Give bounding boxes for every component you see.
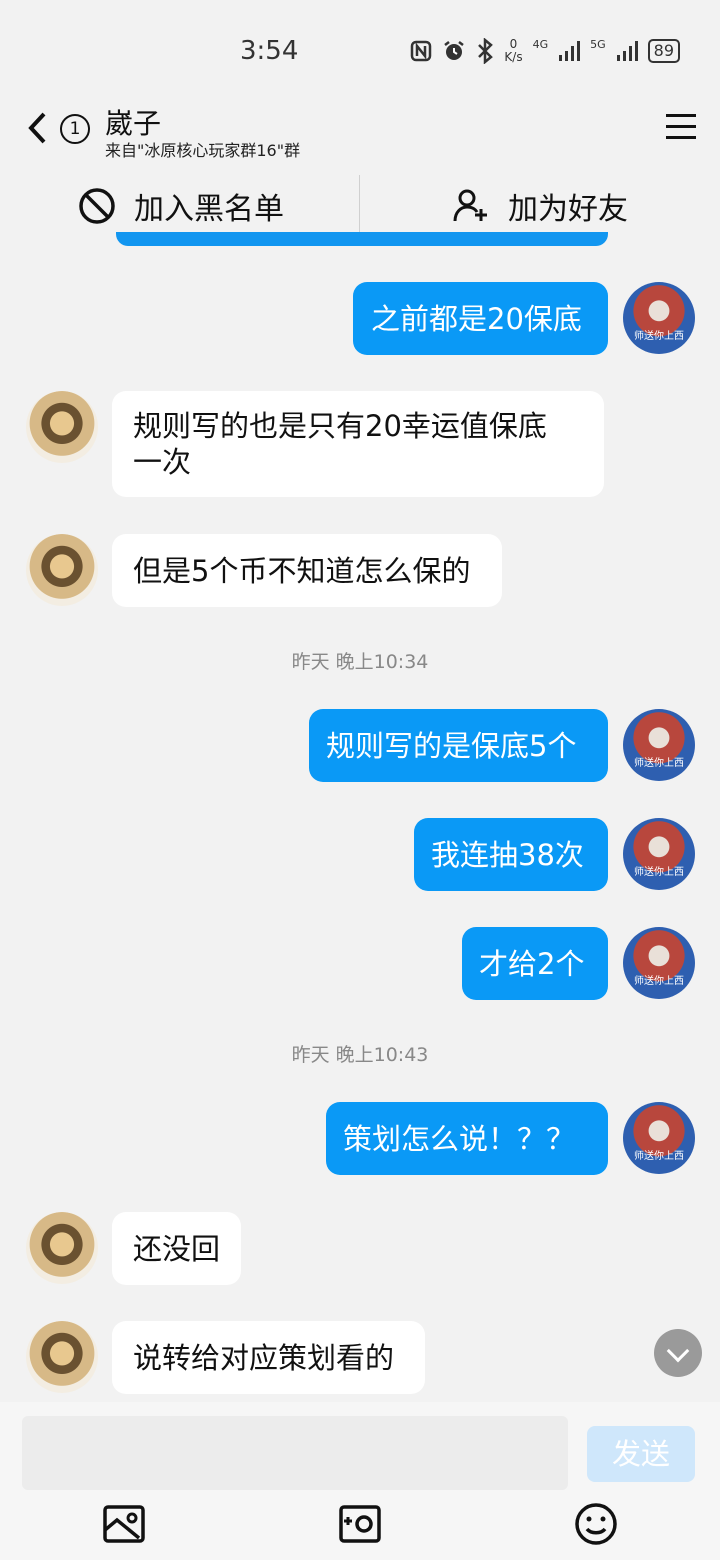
menu-icon[interactable] — [666, 114, 696, 142]
message-text: 才给2个 — [479, 946, 585, 981]
scroll-to-bottom-button[interactable] — [654, 1329, 702, 1377]
add-to-blacklist-button[interactable]: 加入黑名单 — [78, 175, 284, 237]
message-text: 规则写的是保底5个 — [326, 728, 577, 763]
status-icons: 0 K/s 4G 5G 89 — [410, 38, 680, 64]
add-user-icon — [453, 189, 487, 222]
battery-icon: 89 — [647, 39, 680, 63]
action-bar: 加入黑名单 加为好友 — [0, 175, 720, 237]
blacklist-label: 加入黑名单 — [134, 192, 284, 227]
signal-label-5g: 5G — [590, 38, 606, 51]
back-button[interactable] — [26, 110, 56, 150]
message-bubble-outgoing[interactable]: 策划怎么说！？？ — [326, 1102, 608, 1175]
message-text: 说转给对应策划看的 — [133, 1340, 395, 1375]
emoji-icon[interactable] — [574, 1502, 618, 1546]
status-bar: 3:54 0 K/s 4G 5G 89 — [0, 0, 720, 100]
message-text: 但是5个币不知道怎么保的 — [133, 553, 471, 588]
camera-icon[interactable] — [338, 1502, 382, 1546]
signal-icon — [616, 41, 638, 61]
bluetooth-icon — [478, 38, 494, 64]
self-avatar[interactable]: 师送你上西 — [623, 282, 695, 354]
avatar-caption: 师送你上西 — [634, 976, 684, 987]
chat-header: 1 崴子 来自"冰原核心玩家群16"群 — [0, 100, 720, 170]
message-bubble-outgoing[interactable]: 之前都是20保底 — [353, 282, 608, 355]
alarm-icon — [444, 41, 465, 60]
image-icon[interactable] — [102, 1502, 146, 1546]
contact-avatar[interactable] — [26, 1212, 98, 1284]
message-timestamp: 昨天 晚上10:43 — [291, 1044, 429, 1066]
contact-avatar[interactable] — [26, 391, 98, 463]
message-input[interactable] — [22, 1416, 568, 1490]
add-friend-button[interactable]: 加为好友 — [452, 175, 628, 237]
message-bubble-partial — [116, 232, 608, 246]
message-timestamp: 昨天 晚上10:34 — [291, 651, 429, 673]
send-button[interactable]: 发送 — [587, 1426, 695, 1482]
contact-avatar[interactable] — [26, 534, 98, 606]
avatar-caption: 师送你上西 — [634, 1151, 684, 1162]
self-avatar[interactable]: 师送你上西 — [623, 709, 695, 781]
input-area: 发送 — [0, 1402, 720, 1560]
contact-source: 来自"冰原核心玩家群16"群 — [105, 141, 301, 160]
avatar-caption: 师送你上西 — [634, 758, 684, 769]
message-text: 我连抽38次 — [431, 837, 584, 872]
message-bubble-incoming[interactable]: 规则写的也是只有20幸运值保底 一次 — [112, 391, 604, 497]
message-bubble-outgoing[interactable]: 才给2个 — [462, 927, 608, 1000]
block-icon — [79, 188, 115, 224]
message-bubble-incoming[interactable]: 但是5个币不知道怎么保的 — [112, 534, 502, 607]
signal-icon — [559, 41, 581, 61]
self-avatar[interactable]: 师送你上西 — [623, 818, 695, 890]
add-friend-label: 加为好友 — [508, 192, 628, 227]
self-avatar[interactable]: 师送你上西 — [623, 927, 695, 999]
net-speed: 0 K/s — [504, 38, 522, 64]
chevron-left-icon — [28, 112, 46, 144]
message-text-line: 规则写的也是只有20幸运值保底 — [133, 409, 547, 443]
nfc-icon — [411, 40, 432, 62]
contact-avatar[interactable] — [26, 1321, 98, 1393]
unread-count-badge[interactable]: 1 — [60, 114, 90, 144]
avatar-caption: 师送你上西 — [634, 867, 684, 878]
message-bubble-outgoing[interactable]: 规则写的是保底5个 — [309, 709, 608, 782]
message-bubble-incoming[interactable]: 还没回 — [112, 1212, 241, 1285]
contact-name: 崴子 — [105, 107, 162, 140]
divider — [359, 175, 360, 237]
message-text: 还没回 — [133, 1231, 221, 1266]
signal-label-4g: 4G — [532, 38, 549, 51]
message-text: 策划怎么说！？？ — [343, 1121, 576, 1156]
status-time: 3:54 — [240, 36, 299, 66]
message-text-line: 一次 — [133, 445, 192, 479]
message-bubble-incoming[interactable]: 说转给对应策划看的 — [112, 1321, 425, 1394]
net-speed-unit: K/s — [504, 50, 523, 64]
self-avatar[interactable]: 师送你上西 — [623, 1102, 695, 1174]
avatar-caption: 师送你上西 — [634, 331, 684, 342]
message-bubble-outgoing[interactable]: 我连抽38次 — [414, 818, 608, 891]
message-text: 之前都是20保底 — [371, 301, 582, 336]
